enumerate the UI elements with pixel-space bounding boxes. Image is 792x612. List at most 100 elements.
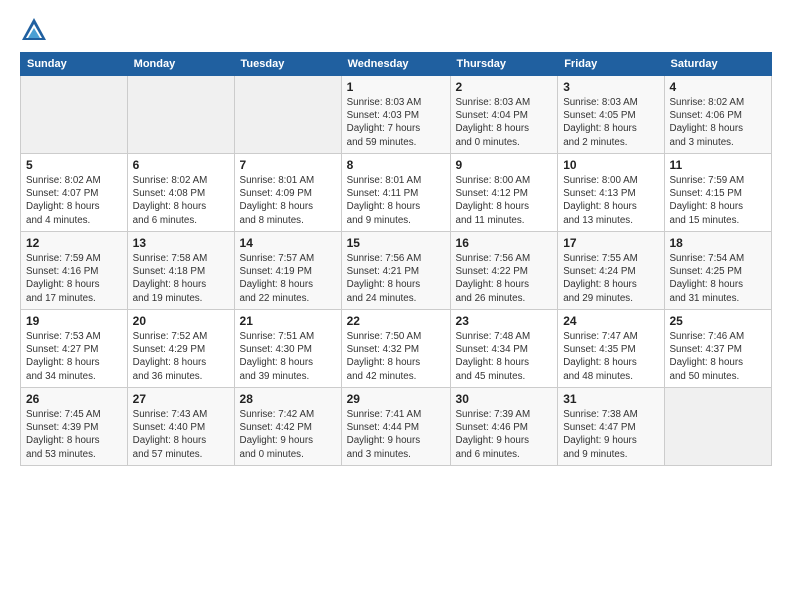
- day-number: 31: [563, 392, 658, 406]
- calendar-cell: 6Sunrise: 8:02 AM Sunset: 4:08 PM Daylig…: [127, 154, 234, 232]
- day-info: Sunrise: 7:42 AM Sunset: 4:42 PM Dayligh…: [240, 408, 336, 461]
- day-info: Sunrise: 8:03 AM Sunset: 4:04 PM Dayligh…: [456, 96, 553, 149]
- day-info: Sunrise: 7:56 AM Sunset: 4:21 PM Dayligh…: [347, 252, 445, 305]
- day-number: 3: [563, 80, 658, 94]
- day-info: Sunrise: 8:00 AM Sunset: 4:12 PM Dayligh…: [456, 174, 553, 227]
- header-friday: Friday: [558, 53, 664, 76]
- day-number: 28: [240, 392, 336, 406]
- calendar-cell: 14Sunrise: 7:57 AM Sunset: 4:19 PM Dayli…: [234, 232, 341, 310]
- day-number: 15: [347, 236, 445, 250]
- day-number: 30: [456, 392, 553, 406]
- calendar-cell: 18 Sunrise: 7:54 AM Sunset: 4:25 PM Dayli…: [664, 232, 772, 310]
- header-tuesday: Tuesday: [234, 53, 341, 76]
- day-info: Sunrise: 7:58 AM Sunset: 4:18 PM Dayligh…: [133, 252, 229, 305]
- day-info: Sunrise: 7:51 AM Sunset: 4:30 PM Dayligh…: [240, 330, 336, 383]
- day-info: Sunrise: 7:56 AM Sunset: 4:22 PM Dayligh…: [456, 252, 553, 305]
- day-number: 2: [456, 80, 553, 94]
- calendar-cell: 29Sunrise: 7:41 AM Sunset: 4:44 PM Dayli…: [341, 388, 450, 466]
- day-number: 10: [563, 158, 658, 172]
- calendar-cell: 30 Sunrise: 7:39 AM Sunset: 4:46 PM Dayli…: [450, 388, 558, 466]
- calendar-week-row: 5Sunrise: 8:02 AM Sunset: 4:07 PM Daylig…: [21, 154, 772, 232]
- calendar-cell: 17Sunrise: 7:55 AM Sunset: 4:24 PM Dayli…: [558, 232, 664, 310]
- day-number: 19: [26, 314, 122, 328]
- calendar-cell: [664, 388, 772, 466]
- day-info: Sunrise: 8:00 AM Sunset: 4:13 PM Dayligh…: [563, 174, 658, 227]
- day-info: Sunrise: 8:01 AM Sunset: 4:11 PM Dayligh…: [347, 174, 445, 227]
- day-number: 24: [563, 314, 658, 328]
- calendar-week-row: 26Sunrise: 7:45 AM Sunset: 4:39 PM Dayli…: [21, 388, 772, 466]
- day-number: 11: [670, 158, 767, 172]
- day-number: 21: [240, 314, 336, 328]
- day-number: 6: [133, 158, 229, 172]
- day-info: Sunrise: 7:54 AM Sunset: 4:25 PM Dayligh…: [670, 252, 767, 305]
- header-sunday: Sunday: [21, 53, 128, 76]
- logo-icon: [20, 16, 48, 44]
- calendar-week-row: 1 Sunrise: 8:03 AM Sunset: 4:03 PM Daylig…: [21, 76, 772, 154]
- calendar-cell: 31 Sunrise: 7:38 AM Sunset: 4:47 PM Dayli…: [558, 388, 664, 466]
- calendar-cell: 10 Sunrise: 8:00 AM Sunset: 4:13 PM Dayli…: [558, 154, 664, 232]
- calendar-week-row: 12 Sunrise: 7:59 AM Sunset: 4:16 PM Dayli…: [21, 232, 772, 310]
- day-info: Sunrise: 8:03 AM Sunset: 4:03 PM Dayligh…: [347, 96, 445, 149]
- calendar-cell: 24 Sunrise: 7:47 AM Sunset: 4:35 PM Dayli…: [558, 310, 664, 388]
- header-monday: Monday: [127, 53, 234, 76]
- day-info: Sunrise: 8:02 AM Sunset: 4:07 PM Dayligh…: [26, 174, 122, 227]
- calendar-week-row: 19 Sunrise: 7:53 AM Sunset: 4:27 PM Dayli…: [21, 310, 772, 388]
- day-number: 27: [133, 392, 229, 406]
- day-info: Sunrise: 7:59 AM Sunset: 4:15 PM Dayligh…: [670, 174, 767, 227]
- day-info: Sunrise: 7:43 AM Sunset: 4:40 PM Dayligh…: [133, 408, 229, 461]
- day-number: 26: [26, 392, 122, 406]
- day-number: 22: [347, 314, 445, 328]
- day-number: 29: [347, 392, 445, 406]
- calendar-cell: 1 Sunrise: 8:03 AM Sunset: 4:03 PM Daylig…: [341, 76, 450, 154]
- calendar-cell: 2 Sunrise: 8:03 AM Sunset: 4:04 PM Daylig…: [450, 76, 558, 154]
- calendar-cell: 23 Sunrise: 7:48 AM Sunset: 4:34 PM Dayli…: [450, 310, 558, 388]
- day-number: 9: [456, 158, 553, 172]
- day-info: Sunrise: 7:52 AM Sunset: 4:29 PM Dayligh…: [133, 330, 229, 383]
- calendar-cell: 8 Sunrise: 8:01 AM Sunset: 4:11 PM Daylig…: [341, 154, 450, 232]
- calendar-cell: 21 Sunrise: 7:51 AM Sunset: 4:30 PM Dayli…: [234, 310, 341, 388]
- day-info: Sunrise: 7:47 AM Sunset: 4:35 PM Dayligh…: [563, 330, 658, 383]
- calendar-cell: 20Sunrise: 7:52 AM Sunset: 4:29 PM Dayli…: [127, 310, 234, 388]
- calendar-cell: [21, 76, 128, 154]
- day-info: Sunrise: 7:55 AM Sunset: 4:24 PM Dayligh…: [563, 252, 658, 305]
- calendar-cell: 26Sunrise: 7:45 AM Sunset: 4:39 PM Dayli…: [21, 388, 128, 466]
- calendar-cell: 27 Sunrise: 7:43 AM Sunset: 4:40 PM Dayli…: [127, 388, 234, 466]
- day-info: Sunrise: 7:46 AM Sunset: 4:37 PM Dayligh…: [670, 330, 767, 383]
- day-number: 7: [240, 158, 336, 172]
- calendar-cell: 5Sunrise: 8:02 AM Sunset: 4:07 PM Daylig…: [21, 154, 128, 232]
- day-number: 1: [347, 80, 445, 94]
- calendar-cell: [234, 76, 341, 154]
- day-number: 18: [670, 236, 767, 250]
- calendar-header-row: Sunday Monday Tuesday Wednesday Thursday…: [21, 53, 772, 76]
- day-number: 4: [670, 80, 767, 94]
- day-info: Sunrise: 8:02 AM Sunset: 4:06 PM Dayligh…: [670, 96, 767, 149]
- day-info: Sunrise: 8:01 AM Sunset: 4:09 PM Dayligh…: [240, 174, 336, 227]
- calendar-cell: [127, 76, 234, 154]
- day-number: 8: [347, 158, 445, 172]
- day-number: 13: [133, 236, 229, 250]
- day-info: Sunrise: 7:38 AM Sunset: 4:47 PM Dayligh…: [563, 408, 658, 461]
- logo: [20, 16, 52, 44]
- calendar-cell: 12 Sunrise: 7:59 AM Sunset: 4:16 PM Dayli…: [21, 232, 128, 310]
- calendar-cell: 19 Sunrise: 7:53 AM Sunset: 4:27 PM Dayli…: [21, 310, 128, 388]
- day-number: 16: [456, 236, 553, 250]
- day-info: Sunrise: 7:39 AM Sunset: 4:46 PM Dayligh…: [456, 408, 553, 461]
- page-header: [20, 16, 772, 44]
- header-wednesday: Wednesday: [341, 53, 450, 76]
- day-number: 23: [456, 314, 553, 328]
- calendar-cell: 25 Sunrise: 7:46 AM Sunset: 4:37 PM Dayli…: [664, 310, 772, 388]
- day-info: Sunrise: 7:48 AM Sunset: 4:34 PM Dayligh…: [456, 330, 553, 383]
- calendar-cell: 9 Sunrise: 8:00 AM Sunset: 4:12 PM Daylig…: [450, 154, 558, 232]
- calendar-cell: 4 Sunrise: 8:02 AM Sunset: 4:06 PM Daylig…: [664, 76, 772, 154]
- day-number: 12: [26, 236, 122, 250]
- day-info: Sunrise: 7:59 AM Sunset: 4:16 PM Dayligh…: [26, 252, 122, 305]
- calendar-cell: 7 Sunrise: 8:01 AM Sunset: 4:09 PM Daylig…: [234, 154, 341, 232]
- header-saturday: Saturday: [664, 53, 772, 76]
- calendar-cell: 15 Sunrise: 7:56 AM Sunset: 4:21 PM Dayli…: [341, 232, 450, 310]
- day-info: Sunrise: 7:53 AM Sunset: 4:27 PM Dayligh…: [26, 330, 122, 383]
- calendar-cell: 3Sunrise: 8:03 AM Sunset: 4:05 PM Daylig…: [558, 76, 664, 154]
- calendar-cell: 28 Sunrise: 7:42 AM Sunset: 4:42 PM Dayli…: [234, 388, 341, 466]
- header-thursday: Thursday: [450, 53, 558, 76]
- calendar-cell: 16 Sunrise: 7:56 AM Sunset: 4:22 PM Dayli…: [450, 232, 558, 310]
- day-number: 25: [670, 314, 767, 328]
